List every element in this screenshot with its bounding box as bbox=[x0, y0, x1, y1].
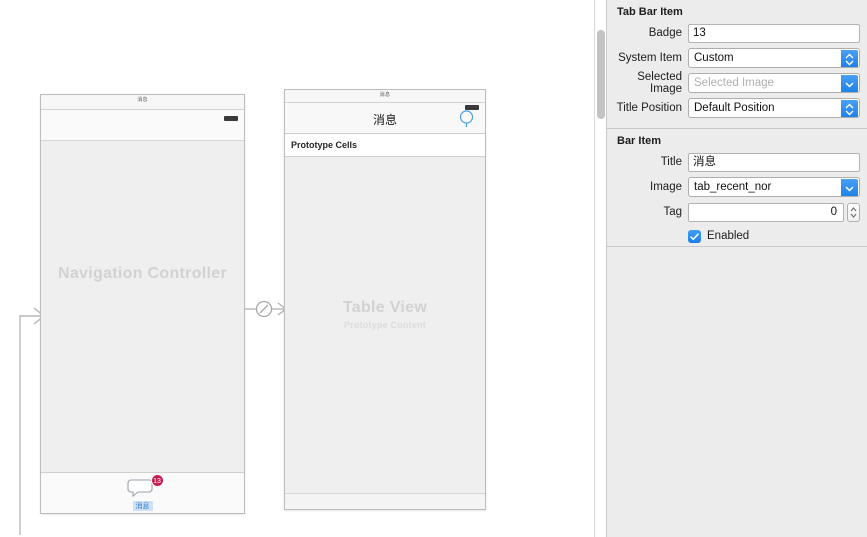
title-position-value: Default Position bbox=[694, 102, 775, 114]
attributes-inspector-panel[interactable]: Tab Bar Item Badge 13 System Item Custom… bbox=[607, 0, 867, 537]
bar-item-section-title: Bar Item bbox=[617, 135, 662, 147]
tab-item-title: 消息 bbox=[132, 501, 153, 511]
prototype-cells-label: Prototype Cells bbox=[291, 140, 358, 150]
row-selected-image: Selected Image Selected Image bbox=[607, 71, 867, 95]
tab-bar-item-section-title: Tab Bar Item bbox=[617, 6, 683, 18]
row-tag: Tag 0 bbox=[607, 201, 867, 223]
nav-scene-body: Navigation Controller bbox=[41, 141, 244, 472]
title-input[interactable]: 消息 bbox=[688, 152, 860, 172]
row-system-item: System Item Custom bbox=[607, 47, 867, 69]
scene-navigation-controller[interactable]: 消息 Navigation Controller 13 消息 bbox=[40, 94, 245, 514]
nav-scene-navigation-bar bbox=[41, 110, 244, 141]
chevron-down-icon[interactable] bbox=[841, 179, 858, 196]
table-scene-sublabel: Prototype Content bbox=[344, 320, 426, 330]
enabled-checkbox[interactable] bbox=[688, 229, 701, 243]
row-badge: Badge 13 bbox=[607, 22, 867, 44]
row-enabled: Enabled bbox=[607, 226, 867, 246]
table-scene-navigation-bar[interactable]: 消息 bbox=[285, 103, 485, 134]
scene-table-view[interactable]: 消息 消息 Prototype Cells Table View Prototy… bbox=[284, 89, 486, 510]
inspector-empty-area bbox=[607, 246, 867, 537]
table-scene-label: Table View bbox=[342, 299, 428, 316]
tag-stepper[interactable] bbox=[847, 202, 860, 222]
title-label: Title bbox=[660, 156, 682, 168]
chevron-updown-icon[interactable] bbox=[841, 100, 858, 117]
canvas-scrollbar-track[interactable] bbox=[594, 0, 607, 537]
relationship-segue-arrow[interactable] bbox=[245, 296, 287, 322]
chat-bubble-icon: 13 bbox=[126, 474, 164, 498]
section-bar-item: Bar Item Title 消息 Image tab_recent_nor T… bbox=[607, 129, 867, 246]
system-item-label: System Item bbox=[618, 52, 682, 64]
nav-scene-tab-bar[interactable]: 13 消息 bbox=[41, 472, 244, 513]
selected-image-label: Selected Image bbox=[637, 71, 682, 95]
table-scene-statusbar: 消息 bbox=[285, 90, 485, 103]
section-tab-bar-item: Tab Bar Item Badge 13 System Item Custom… bbox=[607, 0, 867, 129]
tab-item-badge: 13 bbox=[150, 474, 164, 487]
search-icon[interactable] bbox=[458, 109, 475, 128]
nav-scene-label: Navigation Controller bbox=[58, 265, 227, 282]
chevron-down-icon[interactable] bbox=[841, 75, 858, 92]
battery-icon bbox=[224, 116, 238, 121]
system-item-select[interactable]: Custom bbox=[688, 48, 860, 68]
tag-input[interactable]: 0 bbox=[688, 202, 844, 222]
system-item-value: Custom bbox=[694, 52, 734, 64]
nav-scene-statusbar-title: 消息 bbox=[137, 97, 148, 103]
title-position-label: Title Position bbox=[616, 102, 682, 114]
image-select[interactable]: tab_recent_nor bbox=[688, 177, 860, 197]
badge-input[interactable]: 13 bbox=[688, 23, 860, 43]
storyboard-canvas[interactable]: 消息 Navigation Controller 13 消息 消息 消息 Pro… bbox=[0, 0, 594, 537]
title-position-select[interactable]: Default Position bbox=[688, 98, 860, 118]
nav-scene-statusbar: 消息 bbox=[41, 95, 244, 110]
table-scene-navbar-title: 消息 bbox=[372, 113, 397, 127]
row-image: Image tab_recent_nor bbox=[607, 176, 867, 198]
table-scene-statusbar-title: 消息 bbox=[379, 92, 391, 98]
image-value: tab_recent_nor bbox=[694, 181, 772, 193]
tag-label: Tag bbox=[663, 206, 682, 218]
canvas-scrollbar-thumb[interactable] bbox=[597, 30, 605, 119]
enabled-label: Enabled bbox=[707, 230, 750, 242]
prototype-cells-header[interactable]: Prototype Cells bbox=[285, 134, 485, 157]
row-title-position: Title Position Default Position bbox=[607, 97, 867, 119]
table-scene-body: Table View Prototype Content bbox=[285, 157, 485, 493]
image-label: Image bbox=[650, 181, 682, 193]
badge-label: Badge bbox=[648, 27, 682, 39]
chevron-updown-icon[interactable] bbox=[841, 50, 858, 67]
selected-image-select[interactable]: Selected Image bbox=[688, 73, 860, 93]
row-title: Title 消息 bbox=[607, 151, 867, 173]
selected-image-value: Selected Image bbox=[694, 77, 774, 89]
tab-bar-item[interactable]: 13 消息 bbox=[41, 474, 244, 511]
table-scene-footer bbox=[285, 493, 485, 509]
